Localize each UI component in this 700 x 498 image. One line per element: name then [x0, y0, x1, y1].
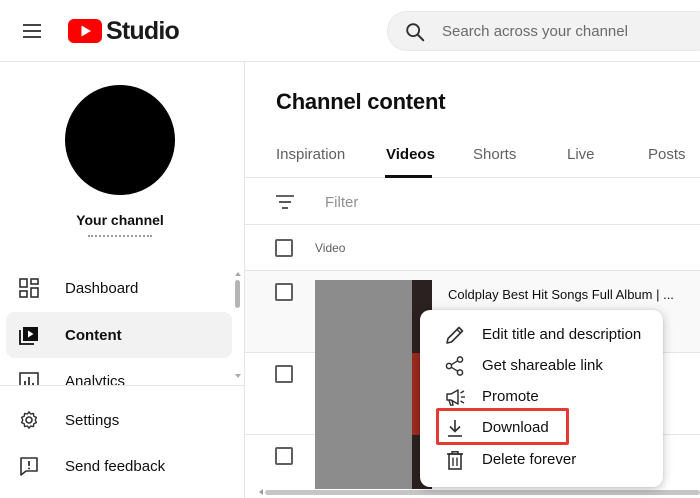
- menu-item-edit-title[interactable]: Edit title and description: [420, 319, 663, 350]
- scroll-left-icon[interactable]: [259, 489, 263, 495]
- scroll-up-icon[interactable]: [235, 272, 241, 276]
- filter-icon[interactable]: [275, 194, 295, 210]
- row-checkbox[interactable]: [275, 365, 293, 383]
- table-header: Video: [245, 225, 700, 271]
- column-header-video: Video: [315, 241, 346, 255]
- download-icon: [448, 420, 462, 437]
- feedback-icon: [20, 457, 38, 476]
- logo-text: Studio: [106, 16, 180, 45]
- tab-shorts[interactable]: Shorts: [473, 146, 516, 163]
- tab-posts[interactable]: Posts: [648, 146, 686, 163]
- analytics-icon: [19, 372, 39, 385]
- horizontal-scrollbar[interactable]: [259, 489, 700, 496]
- scroll-down-icon[interactable]: [235, 374, 241, 378]
- tab-live[interactable]: Live: [567, 146, 595, 163]
- video-options-menu: Edit title and description Get shareable…: [420, 310, 663, 487]
- video-title[interactable]: Coldplay Best Hit Songs Full Album | ...: [448, 287, 674, 302]
- sidebar-item-send-feedback[interactable]: Send feedback: [6, 443, 232, 489]
- trash-icon: [447, 451, 463, 470]
- menu-item-label: Delete forever: [482, 451, 577, 468]
- channel-label: Your channel: [76, 212, 164, 228]
- sidebar-item-analytics[interactable]: Analytics: [6, 359, 232, 385]
- menu-item-label: Edit title and description: [482, 326, 642, 343]
- gear-icon: [20, 411, 38, 429]
- top-bar: Studio: [0, 0, 700, 62]
- tab-videos[interactable]: Videos: [386, 146, 435, 163]
- menu-item-delete-forever[interactable]: Delete forever: [420, 444, 663, 475]
- page-title: Channel content: [276, 89, 446, 114]
- search-bar[interactable]: [387, 11, 700, 51]
- select-all-checkbox[interactable]: [275, 239, 293, 257]
- search-input[interactable]: [442, 12, 700, 50]
- scrollbar-thumb[interactable]: [265, 490, 700, 495]
- menu-item-download[interactable]: Download: [420, 412, 663, 443]
- sidebar-item-label: Settings: [65, 411, 120, 429]
- row-checkbox[interactable]: [275, 283, 293, 301]
- studio-logo[interactable]: Studio: [68, 16, 180, 46]
- sidebar-item-dashboard[interactable]: Dashboard: [6, 265, 232, 311]
- search-icon[interactable]: [404, 21, 426, 43]
- content-tabs: Inspiration Videos Shorts Live Posts: [245, 134, 700, 178]
- hamburger-menu-icon[interactable]: [14, 17, 48, 45]
- menu-item-label: Promote: [482, 388, 539, 405]
- menu-item-label: Get shareable link: [482, 357, 603, 374]
- menu-item-get-shareable-link[interactable]: Get shareable link: [420, 350, 663, 381]
- row-checkbox[interactable]: [275, 447, 293, 465]
- active-tab-indicator: [385, 175, 432, 178]
- pencil-icon: [446, 326, 464, 344]
- sidebar-item-label: Send feedback: [65, 457, 166, 475]
- sidebar-item-content[interactable]: Content: [6, 312, 232, 358]
- sidebar-divider: [0, 385, 245, 386]
- tab-inspiration[interactable]: Inspiration: [276, 146, 345, 163]
- sidebar-item-settings[interactable]: Settings: [6, 397, 232, 443]
- dashboard-icon: [19, 278, 39, 298]
- sidebar-item-label: Dashboard: [65, 279, 139, 297]
- menu-item-label: Download: [482, 419, 549, 436]
- youtube-logo-icon: [68, 19, 102, 43]
- sidebar-item-label: Content: [65, 326, 122, 344]
- filter-input[interactable]: [325, 189, 525, 215]
- channel-avatar[interactable]: [65, 85, 175, 195]
- content-icon: [19, 327, 38, 345]
- sidebar-scrollbar[interactable]: [235, 272, 241, 382]
- filter-bar: [245, 179, 700, 225]
- scrollbar-thumb[interactable]: [235, 280, 240, 308]
- sidebar-item-label: Analytics: [65, 373, 126, 385]
- megaphone-icon: [446, 389, 465, 406]
- sidebar: Your channel Dashboard Content Analytics: [0, 62, 245, 498]
- channel-name-obscured: [88, 235, 152, 239]
- menu-item-promote[interactable]: Promote: [420, 381, 663, 412]
- share-icon: [445, 356, 464, 376]
